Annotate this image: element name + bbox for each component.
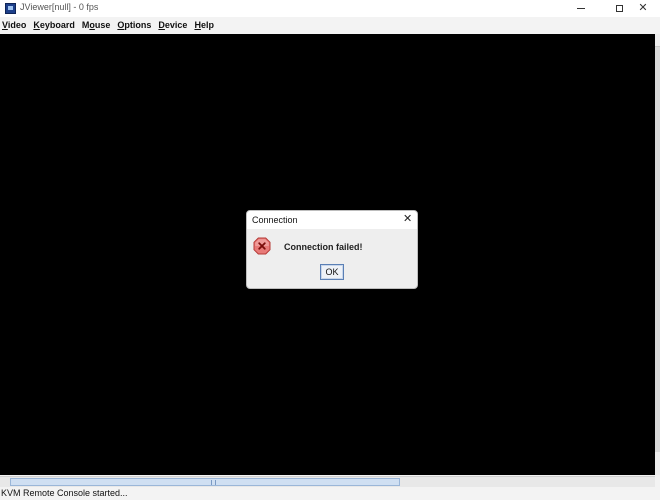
minimize-button[interactable]: [564, 0, 598, 17]
status-bar: KVM Remote Console started...: [0, 488, 660, 500]
close-icon: ✕: [638, 2, 648, 14]
window-title: JViewer[null] - 0 fps: [20, 2, 99, 12]
vertical-scrollbar-thumb[interactable]: [655, 46, 660, 452]
app-icon: [5, 3, 16, 14]
connection-dialog: Connection ✕ Connection failed! OK: [246, 210, 418, 289]
menu-options[interactable]: Options: [117, 20, 151, 30]
jviewer-window: JViewer[null] - 0 fps ✕ Video Keyboard M…: [0, 0, 660, 500]
dialog-title-bar[interactable]: Connection ✕: [247, 211, 417, 229]
dialog-title: Connection: [252, 215, 298, 225]
title-bar[interactable]: JViewer[null] - 0 fps ✕: [0, 0, 660, 17]
vertical-scrollbar[interactable]: [655, 34, 660, 475]
ok-button[interactable]: OK: [320, 264, 344, 280]
menu-device[interactable]: Device: [158, 20, 187, 30]
menu-bar: Video Keyboard Mouse Options Device Help: [0, 17, 660, 33]
horizontal-scrollbar-thumb[interactable]: [10, 478, 400, 486]
menu-keyboard[interactable]: Keyboard: [33, 20, 75, 30]
maximize-icon: [615, 5, 623, 12]
status-text: KVM Remote Console started...: [1, 488, 128, 498]
menu-video[interactable]: Video: [2, 20, 26, 30]
error-icon: [253, 237, 271, 255]
dialog-close-icon[interactable]: ✕: [403, 213, 412, 225]
menu-mouse[interactable]: Mouse: [82, 20, 111, 30]
close-button[interactable]: ✕: [626, 0, 660, 17]
dialog-message: Connection failed!: [284, 242, 363, 252]
minimize-icon: [577, 8, 585, 9]
horizontal-scrollbar[interactable]: [0, 476, 655, 487]
scrollbar-grip-icon: [211, 480, 216, 485]
menu-help[interactable]: Help: [194, 20, 214, 30]
